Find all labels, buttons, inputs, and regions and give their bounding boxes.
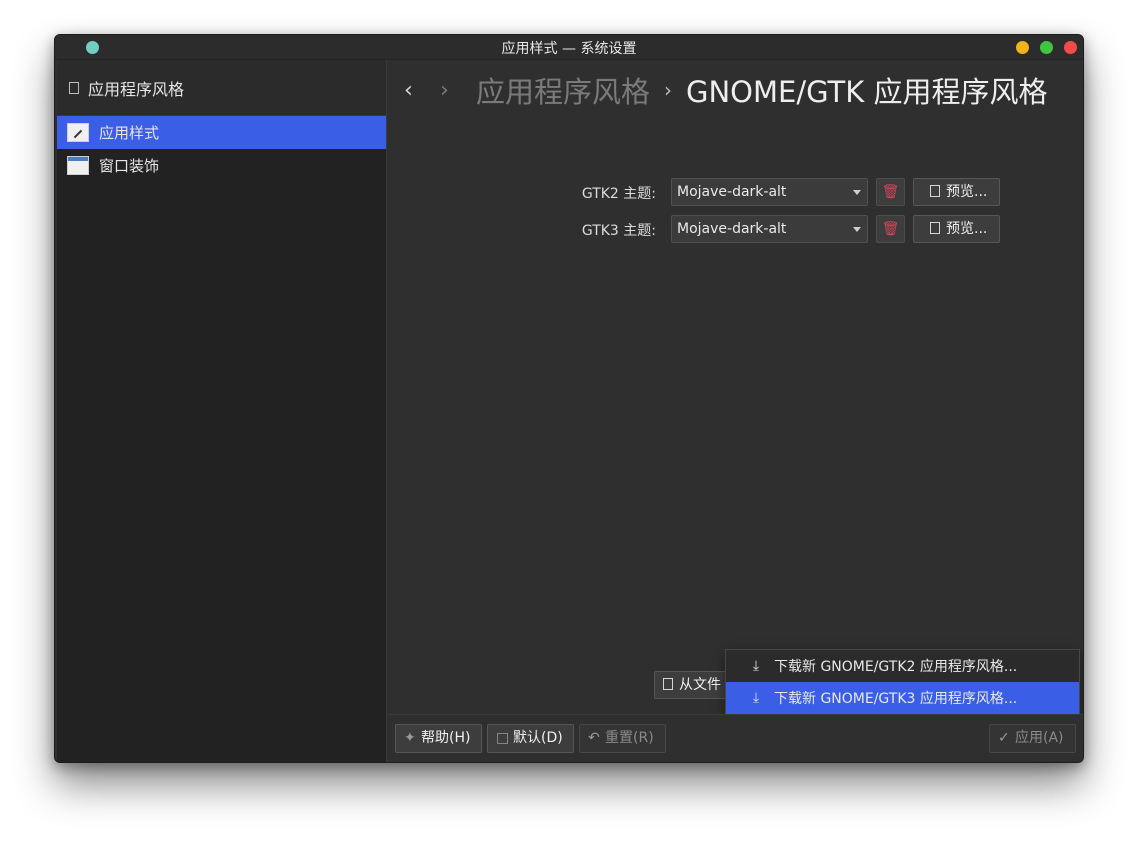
preview-document-icon bbox=[930, 185, 940, 197]
from-file-label: 从文件 bbox=[679, 677, 721, 693]
title-bar: 应用样式 — 系统设置 bbox=[55, 35, 1083, 60]
forward-arrow-icon[interactable]: › bbox=[440, 78, 476, 103]
window-title: 应用样式 — 系统设置 bbox=[501, 41, 637, 57]
breadcrumb: ‹ › 应用程序风格 › GNOME/GTK 应用程序风格 bbox=[388, 60, 1083, 120]
page-title: GNOME/GTK 应用程序风格 bbox=[686, 75, 1048, 109]
defaults-document-icon: □ bbox=[496, 730, 510, 746]
defaults-button[interactable]: □ 默认(D) bbox=[487, 724, 574, 753]
download-gtk2-menu-item[interactable]: ⤓ 下载新 GNOME/GTK2 应用程序风格... bbox=[726, 650, 1079, 682]
window-icon bbox=[67, 156, 89, 175]
breadcrumb-separator-icon: › bbox=[664, 78, 673, 102]
chevron-down-icon bbox=[853, 190, 861, 195]
sidebar-item-application-style[interactable]: 应用样式 bbox=[57, 116, 386, 149]
gtk2-theme-value: Mojave-dark-alt bbox=[677, 184, 787, 200]
help-label: 帮助(H) bbox=[421, 730, 471, 746]
gtk3-theme-label: GTK3 主题: bbox=[581, 223, 656, 239]
help-button[interactable]: ✦ 帮助(H) bbox=[395, 724, 482, 753]
checkmark-icon: ✓ bbox=[998, 730, 1010, 746]
sidebar-item-window-decorations[interactable]: 窗口装饰 bbox=[57, 149, 386, 182]
sidebar-item-label: 窗口装饰 bbox=[99, 157, 160, 175]
download-gtk3-menu-item[interactable]: ⤓ 下载新 GNOME/GTK3 应用程序风格... bbox=[726, 682, 1079, 714]
gtk3-preview-label: 预览... bbox=[946, 221, 988, 237]
back-arrow-icon[interactable]: ‹ bbox=[404, 78, 440, 103]
defaults-label: 默认(D) bbox=[513, 730, 563, 746]
gtk2-delete-button[interactable]: 🗑 bbox=[876, 178, 905, 206]
sidebar: 应用程序风格 应用样式 窗口装饰 bbox=[57, 60, 387, 762]
document-icon bbox=[69, 81, 79, 94]
download-menu: ⤓ 下载新 GNOME/GTK2 应用程序风格... ⤓ 下载新 GNOME/G… bbox=[725, 649, 1080, 715]
gtk2-preview-label: 预览... bbox=[946, 184, 988, 200]
gtk3-preview-button[interactable]: 预览... bbox=[913, 215, 1000, 243]
settings-window: 应用样式 — 系统设置 应用程序风格 应用样式 窗口装饰 ‹ › 应用程序风格 … bbox=[54, 34, 1084, 763]
sidebar-item-label: 应用样式 bbox=[99, 124, 160, 142]
reset-button[interactable]: ↶ 重置(R) bbox=[579, 724, 666, 753]
undo-icon: ↶ bbox=[588, 730, 600, 746]
gtk2-theme-label: GTK2 主题: bbox=[581, 186, 656, 202]
apply-button[interactable]: ✓ 应用(A) bbox=[989, 724, 1076, 753]
trash-icon: 🗑 bbox=[881, 184, 900, 200]
maximize-button[interactable] bbox=[1040, 41, 1053, 54]
download-icon: ⤓ bbox=[752, 690, 760, 706]
help-icon: ✦ bbox=[404, 730, 416, 746]
sidebar-header-title: 应用程序风格 bbox=[88, 79, 185, 99]
menu-item-label: 下载新 GNOME/GTK2 应用程序风格... bbox=[774, 659, 1018, 675]
reset-label: 重置(R) bbox=[605, 730, 654, 746]
chevron-down-icon bbox=[853, 227, 861, 232]
install-from-file-button[interactable]: 从文件 bbox=[654, 671, 734, 699]
minimize-button[interactable] bbox=[1016, 41, 1029, 54]
download-icon: ⤓ bbox=[752, 658, 760, 674]
menu-item-label: 下载新 GNOME/GTK3 应用程序风格... bbox=[774, 691, 1018, 707]
preview-document-icon bbox=[930, 222, 940, 234]
gtk3-theme-select[interactable]: Mojave-dark-alt bbox=[671, 215, 868, 243]
trash-icon: 🗑 bbox=[881, 221, 900, 237]
gtk2-theme-select[interactable]: Mojave-dark-alt bbox=[671, 178, 868, 206]
close-button[interactable] bbox=[1064, 41, 1077, 54]
apply-label: 应用(A) bbox=[1015, 730, 1064, 746]
sidebar-header: 应用程序风格 bbox=[57, 60, 386, 116]
gtk2-preview-button[interactable]: 预览... bbox=[913, 178, 1000, 206]
file-icon bbox=[663, 678, 673, 690]
button-bar: ✦ 帮助(H) □ 默认(D) ↶ 重置(R) ✓ 应用(A) bbox=[388, 714, 1083, 762]
gtk3-delete-button[interactable]: 🗑 bbox=[876, 215, 905, 243]
brush-icon bbox=[67, 123, 89, 142]
breadcrumb-parent[interactable]: 应用程序风格 bbox=[476, 69, 650, 111]
main-panel: ‹ › 应用程序风格 › GNOME/GTK 应用程序风格 GTK2 主题: M… bbox=[388, 60, 1083, 762]
gtk3-theme-value: Mojave-dark-alt bbox=[677, 221, 787, 237]
